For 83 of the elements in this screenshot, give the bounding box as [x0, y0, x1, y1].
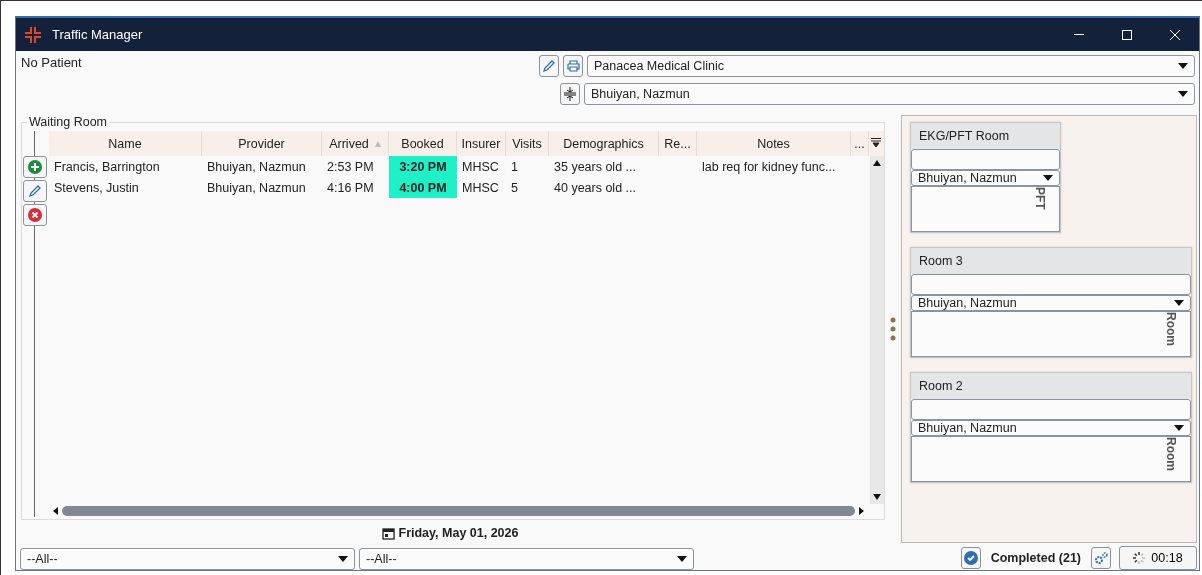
edit-button[interactable]	[539, 55, 559, 77]
window-title: Traffic Manager	[52, 27, 144, 42]
table-cell: MHSC	[462, 159, 499, 174]
input-field[interactable]	[911, 399, 1191, 420]
completed-count: Completed (21)	[990, 551, 1081, 565]
column-header[interactable]: ...	[851, 131, 869, 156]
check-badge-icon	[963, 551, 978, 565]
calendar-icon	[381, 526, 395, 540]
room-title: Room 3	[919, 254, 963, 268]
timer-button[interactable]: 00:18	[1119, 546, 1197, 570]
caret-icon	[1043, 175, 1053, 181]
table-cell: 2:53 PM	[327, 159, 374, 174]
patient-label: No Patient	[20, 55, 83, 70]
table-cell: lab req for kidney func...	[702, 159, 836, 174]
print-button[interactable]	[563, 55, 583, 77]
maximize-icon	[1122, 29, 1132, 40]
table-cell: 1	[511, 159, 518, 174]
room-title: Room 2	[919, 379, 963, 393]
splitter-handle-icon[interactable]	[890, 317, 896, 341]
provider-select[interactable]: Bhuiyan, Nazmun	[911, 420, 1191, 436]
room-side-label: Room	[1164, 312, 1179, 348]
close-icon	[28, 208, 42, 222]
table-cell: Bhuiyan, Nazmun	[207, 159, 306, 174]
completed-button[interactable]	[960, 547, 981, 569]
column-header[interactable]: Visits	[506, 131, 549, 156]
scroll-up-icon[interactable]	[873, 160, 881, 166]
column-header[interactable]: Arrived	[322, 131, 389, 156]
caret-icon	[1174, 425, 1184, 431]
table-cell: Stevens, Justin	[54, 180, 139, 195]
panel-title: Waiting Room	[27, 115, 110, 129]
room-side-label: Room	[1164, 437, 1179, 473]
table-cell: Francis, Barrington	[54, 159, 160, 174]
caret-icon	[677, 556, 687, 562]
scroll-down-icon[interactable]	[873, 494, 881, 500]
printer-icon	[566, 60, 580, 72]
scroll-right-icon[interactable]	[859, 506, 864, 515]
input-field[interactable]	[911, 274, 1191, 295]
room-side-label: PFT	[1033, 187, 1048, 212]
pencil-icon	[542, 59, 556, 73]
split-icon	[564, 87, 576, 101]
table-cell: MHSC	[462, 180, 499, 195]
column-header[interactable]: Re...	[659, 131, 697, 156]
table-cell: 3:20 PM	[399, 159, 447, 174]
column-header[interactable]: Demographics	[549, 131, 659, 156]
scroll-left-icon[interactable]	[53, 506, 58, 515]
minimize-icon	[1074, 33, 1084, 36]
app-logo-icon	[24, 25, 42, 44]
column-header[interactable]: Notes	[697, 131, 851, 156]
provider-select[interactable]: Bhuiyan, Nazmun	[584, 83, 1195, 105]
spinner-icon	[1133, 552, 1146, 564]
sort-icon	[374, 140, 381, 147]
table-cell: 35 years old ...	[554, 159, 636, 174]
add-button[interactable]	[23, 156, 47, 178]
caret-icon	[338, 556, 348, 562]
plus-icon	[28, 160, 42, 174]
edit-button[interactable]	[23, 180, 47, 202]
table-cell: 4:00 PM	[399, 180, 447, 195]
split-button[interactable]	[560, 83, 580, 105]
delete-button[interactable]	[23, 204, 47, 226]
column-header[interactable]: Provider	[202, 131, 322, 156]
close-icon	[1170, 29, 1180, 40]
table-cell: 4:16 PM	[327, 180, 374, 195]
table-cell: Bhuiyan, Nazmun	[207, 180, 306, 195]
date-label: Friday, May 01, 2026	[398, 526, 519, 540]
room-title: EKG/PFT Room	[919, 129, 1010, 143]
provider-select[interactable]: Bhuiyan, Nazmun	[911, 295, 1191, 311]
pencil-icon	[28, 184, 42, 198]
caret-icon	[1178, 63, 1188, 69]
column-header[interactable]: Name	[49, 131, 202, 156]
table-cell: 5	[511, 180, 518, 195]
vertical-scrollbar[interactable]	[870, 156, 884, 504]
settings-button[interactable]	[1091, 547, 1111, 569]
provider-select[interactable]: Bhuiyan, Nazmun	[911, 170, 1060, 186]
filter-select[interactable]: --All--	[20, 548, 355, 570]
caret-icon	[1178, 91, 1188, 97]
caret-icon	[1174, 300, 1184, 306]
column-header[interactable]: Insurer	[457, 131, 506, 156]
column-chooser-icon[interactable]	[871, 138, 881, 148]
input-field[interactable]	[911, 149, 1060, 170]
filter-select[interactable]: --All--	[359, 548, 694, 570]
table-cell: 40 years old ...	[554, 180, 636, 195]
gears-icon	[1094, 551, 1108, 565]
clinic-select[interactable]: Panacea Medical Clinic	[587, 55, 1195, 77]
